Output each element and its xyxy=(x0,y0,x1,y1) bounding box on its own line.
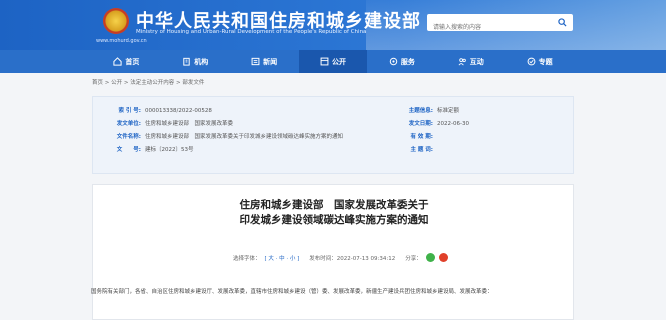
nav-item-label: 互动 xyxy=(469,57,484,66)
public-icon xyxy=(320,57,329,66)
meta-label: 文件名称: xyxy=(116,134,141,140)
meta-value: 000013338/2022-00528 xyxy=(145,108,212,114)
meta-issuer: 发文单位: 住房和城乡建设部 国家发展改革委 xyxy=(101,119,233,127)
nav-item[interactable]: 专题 xyxy=(505,50,574,73)
site-subtitle: Ministry of Housing and Urban-Rural Deve… xyxy=(136,29,367,35)
meta-date: 发文日期: 2022-06-30 xyxy=(393,119,469,127)
national-emblem-icon xyxy=(103,8,129,34)
meta-value: 2022-06-30 xyxy=(437,121,469,127)
publish-time: 发布时间：2022-07-13 09:34:12 xyxy=(309,255,396,262)
nav-item-label: 新闻 xyxy=(263,57,278,66)
article: 住房和城乡建设部 国家发展改革委关于 印发城乡建设领域碳达峰实施方案的通知 选择… xyxy=(91,184,574,320)
meta-label: 有 效 期: xyxy=(410,134,433,140)
meta-docno: 文 号: 建标〔2022〕53号 xyxy=(101,145,194,153)
building-icon xyxy=(182,57,191,66)
meta-label: 发文日期: xyxy=(408,121,433,127)
font-size-switcher[interactable]: [ 大 · 中 · 小 ] xyxy=(265,254,300,262)
nav-item-label: 专题 xyxy=(538,57,553,66)
document-meta: 索 引 号: 000013338/2022-00528 主题信息: 标准定额 发文单… xyxy=(92,96,574,174)
meta-validity: 有 效 期: xyxy=(393,132,437,140)
meta-label: 发文单位: xyxy=(116,121,141,127)
article-body: 国务院有关部门，各省、自治区住房和城乡建设厅、发展改革委，直辖市住房和城乡建设（… xyxy=(91,289,493,295)
nav-item-label: 机构 xyxy=(194,57,209,66)
nav-item-label: 公开 xyxy=(332,57,346,66)
nav-item-label: 首页 xyxy=(125,57,140,66)
meta-category: 主题信息: 标准定额 xyxy=(393,106,459,114)
meta-topic: 主 题 词: xyxy=(393,145,437,153)
weibo-share-icon[interactable] xyxy=(438,253,448,262)
nav-item[interactable]: 首页 xyxy=(92,50,161,73)
meta-label: 文 号: xyxy=(116,147,141,153)
search-box xyxy=(427,14,573,36)
site-header: 中华人民共和国住房和城乡建设部 Ministry of Housing and … xyxy=(0,0,666,50)
nav-item[interactable]: 新闻 xyxy=(230,50,299,73)
meta-value: 住房和城乡建设部 国家发展改革委关于印发城乡建设领域碳达峰实施方案的通知 xyxy=(145,134,344,140)
nav-item[interactable]: 公开 xyxy=(298,50,368,73)
search-input[interactable] xyxy=(431,19,545,36)
meta-label: 主 题 词: xyxy=(410,147,433,153)
meta-index-no: 索 引 号: 000013338/2022-00528 xyxy=(101,106,212,114)
nav-item-label: 服务 xyxy=(400,57,415,66)
news-icon xyxy=(251,57,260,66)
nav-items: 首页 机构 新闻 公开 服务 互动 专题 xyxy=(92,50,574,73)
wechat-share-icon[interactable] xyxy=(425,253,435,262)
article-infobar: 选择字体： [ 大 · 中 · 小 ] 发布时间：2022-07-13 09:3… xyxy=(233,253,448,262)
topic-icon xyxy=(527,57,536,66)
home-icon xyxy=(113,57,123,66)
nav-item[interactable]: 机构 xyxy=(161,50,230,73)
breadcrumb[interactable]: 首页 > 公开 > 法定主动公开内容 > 部发文件 xyxy=(92,78,204,86)
article-title-line2: 印发城乡建设领域碳达峰实施方案的通知 xyxy=(239,214,429,226)
font-size-label: 选择字体： xyxy=(233,255,261,262)
search-icon[interactable] xyxy=(558,18,567,27)
nav-item[interactable]: 服务 xyxy=(367,50,436,73)
meta-label: 索 引 号: xyxy=(118,108,141,114)
meta-value: 建标〔2022〕53号 xyxy=(145,147,194,153)
service-icon xyxy=(389,57,398,66)
meta-value: 住房和城乡建设部 国家发展改革委 xyxy=(145,121,234,127)
main-nav: 首页 机构 新闻 公开 服务 互动 专题 xyxy=(0,50,666,73)
interact-icon xyxy=(458,57,467,66)
meta-name: 文件名称: 住房和城乡建设部 国家发展改革委关于印发城乡建设领域碳达峰实施方案的通… xyxy=(101,132,343,140)
share-label: 分享： xyxy=(405,255,422,262)
article-title-line1: 住房和城乡建设部 国家发展改革委关于 xyxy=(239,199,429,211)
nav-item[interactable]: 互动 xyxy=(436,50,505,73)
site-url: www.mohurd.gov.cn xyxy=(96,38,147,44)
meta-value: 标准定额 xyxy=(437,108,460,114)
meta-label: 主题信息: xyxy=(408,108,433,114)
